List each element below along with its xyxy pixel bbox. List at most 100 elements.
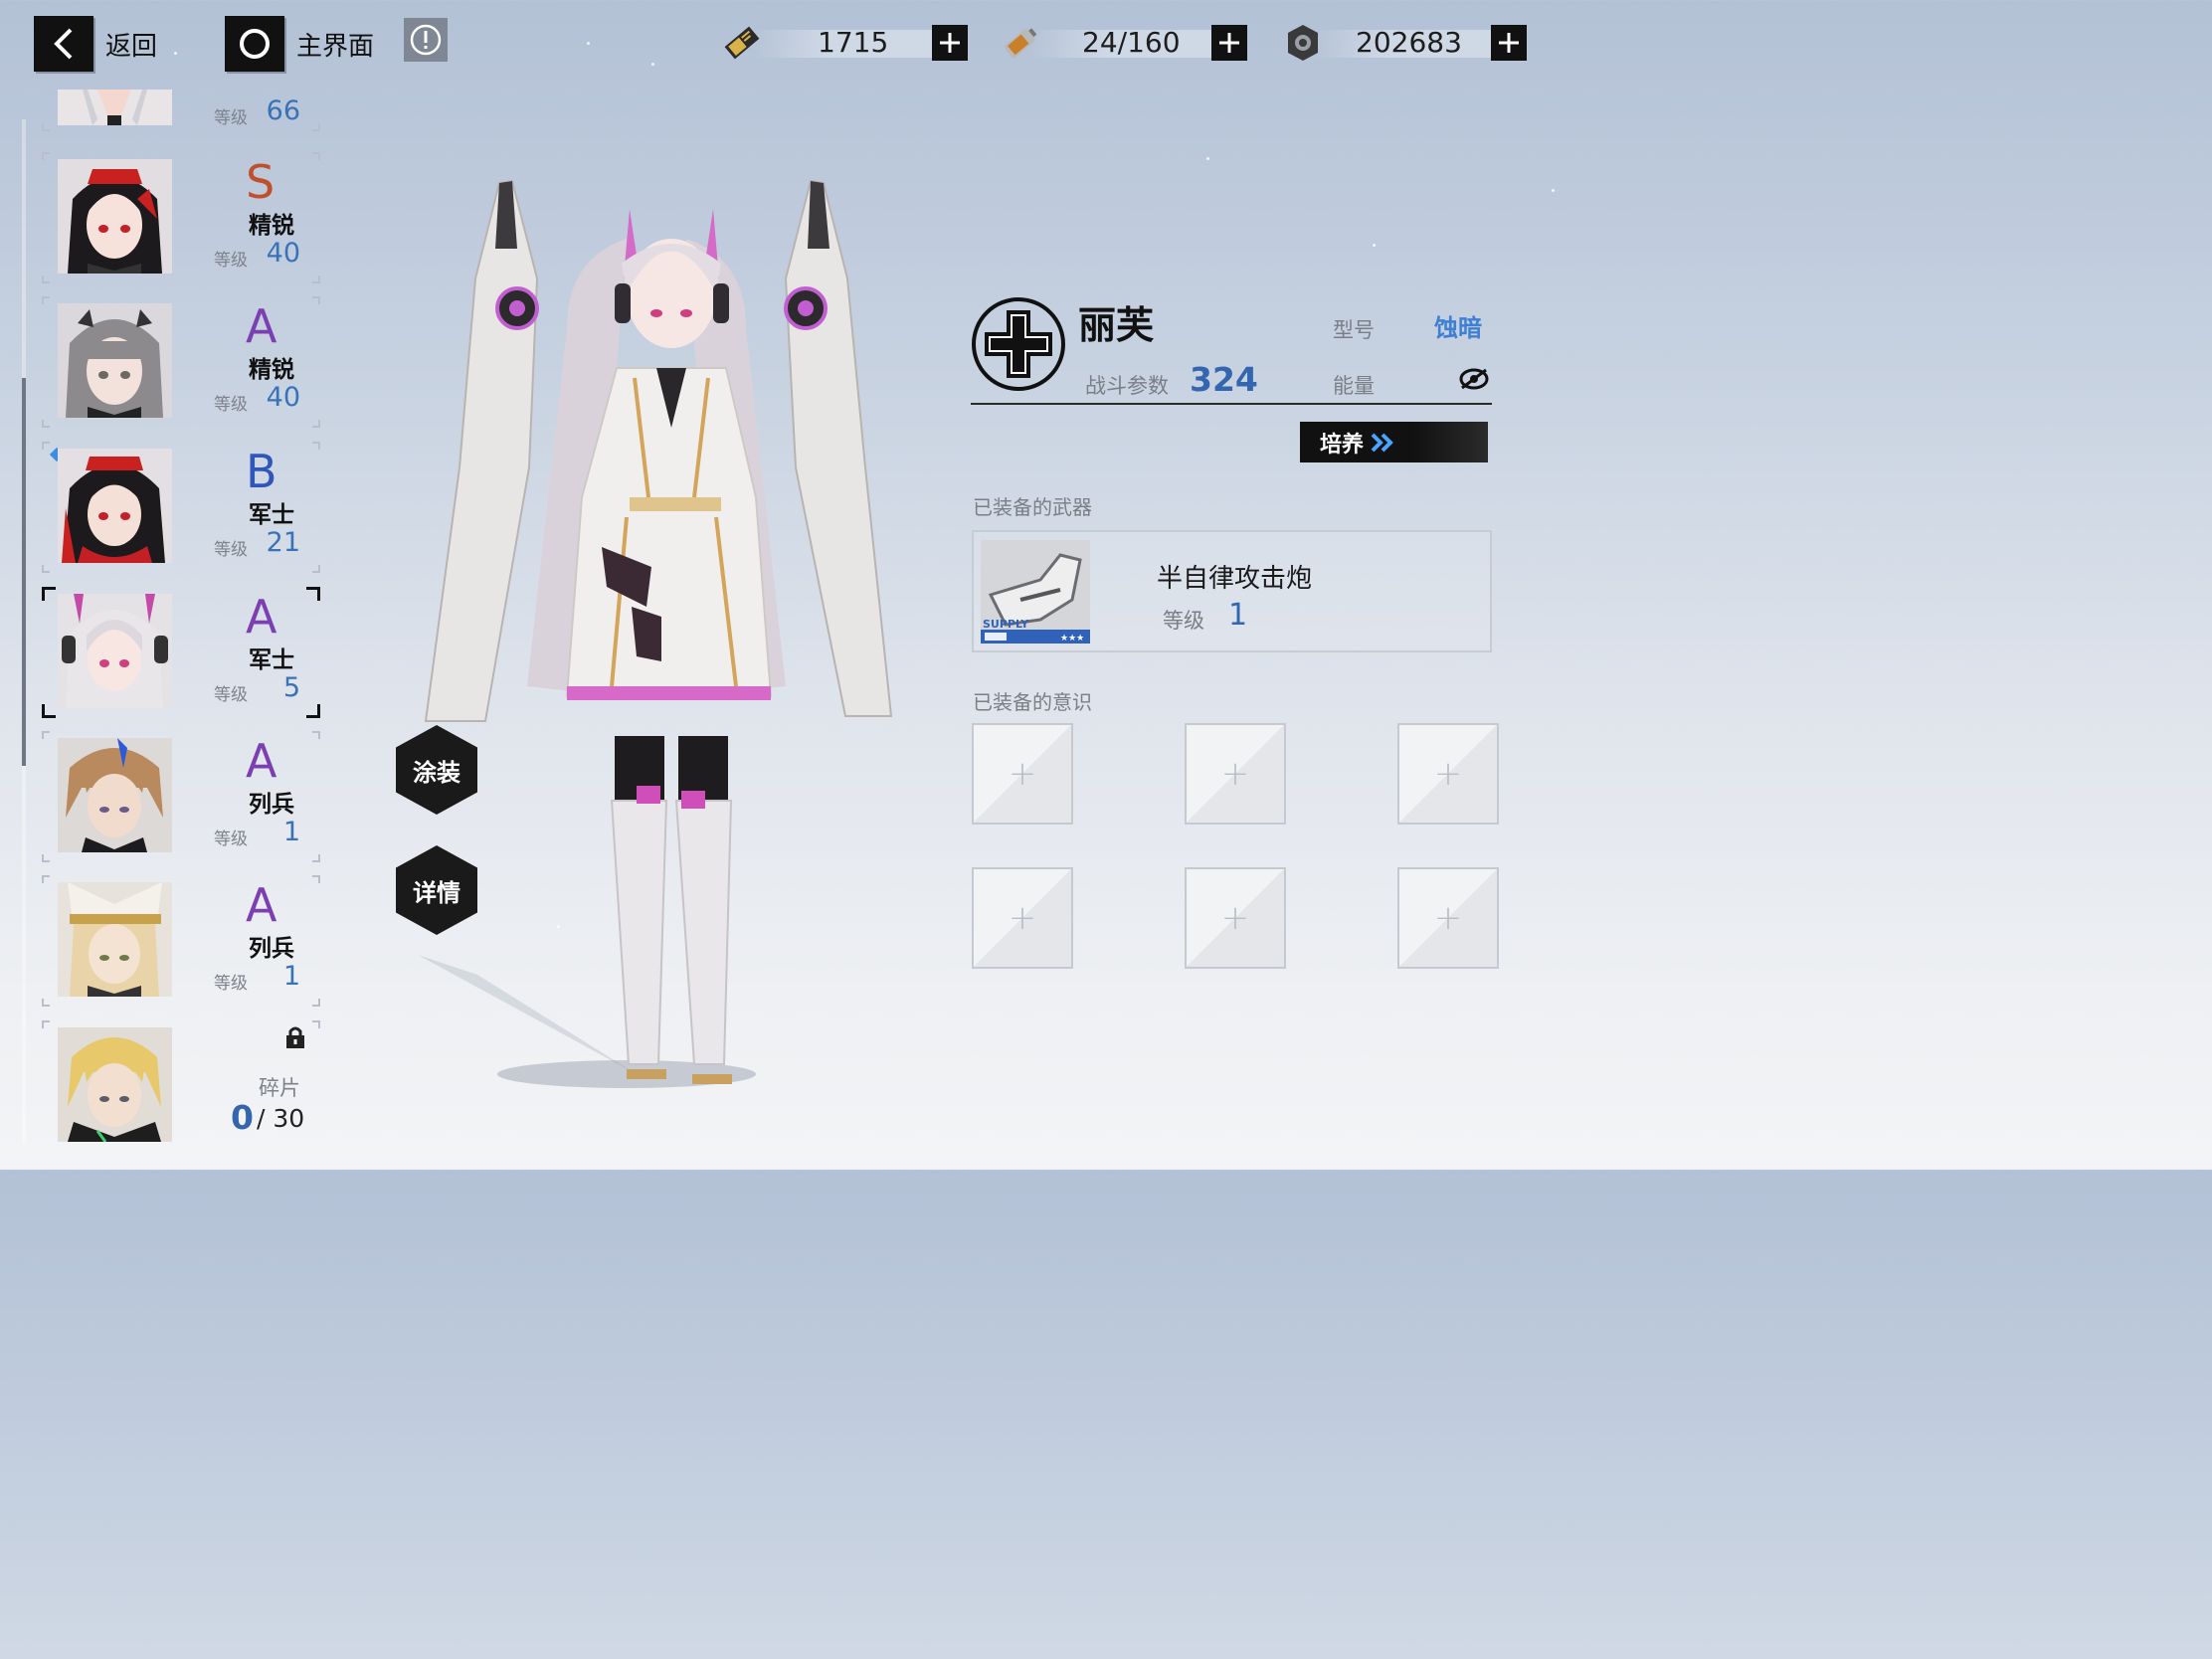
plus-icon bbox=[940, 33, 960, 53]
character-title: 列兵 bbox=[249, 792, 294, 818]
weapon-level-value: 1 bbox=[1228, 598, 1248, 633]
snow-particle bbox=[1373, 244, 1376, 247]
memory-section-title: 已装备的意识 bbox=[973, 690, 1092, 714]
plus-icon: + bbox=[1220, 754, 1250, 794]
weapon-section-title: 已装备的武器 bbox=[973, 495, 1092, 519]
character-model[interactable] bbox=[418, 169, 905, 1104]
card-corner bbox=[312, 420, 320, 428]
add-coin-button[interactable] bbox=[1491, 25, 1527, 61]
card-corner bbox=[42, 854, 50, 862]
card-corner bbox=[42, 731, 50, 739]
character-portrait bbox=[58, 882, 172, 997]
card-corner bbox=[42, 875, 50, 883]
energy-value: 24/160 bbox=[1082, 26, 1181, 59]
train-button-label: 培养 bbox=[1320, 432, 1365, 458]
character-title: 精锐 bbox=[249, 357, 294, 383]
card-corner bbox=[312, 152, 320, 160]
card-corner bbox=[312, 276, 320, 283]
roster-card[interactable]: 等级 66 bbox=[42, 0, 320, 131]
card-corner bbox=[42, 442, 50, 450]
add-energy-button[interactable] bbox=[1211, 25, 1247, 61]
character-portrait bbox=[58, 594, 172, 708]
memory-slot-2[interactable]: + bbox=[1185, 723, 1286, 825]
level-label: 等级 bbox=[214, 685, 248, 705]
rank-letter: S bbox=[246, 155, 276, 209]
double-chevron-right-icon bbox=[1371, 433, 1393, 452]
dark-energy-icon bbox=[1459, 368, 1489, 390]
rank-letter: A bbox=[246, 299, 277, 353]
snow-particle bbox=[1206, 157, 1209, 160]
plus-icon bbox=[1499, 33, 1519, 53]
character-name: 丽芙 bbox=[1078, 303, 1155, 347]
card-corner bbox=[42, 1020, 50, 1028]
rank-letter: A bbox=[246, 878, 277, 932]
roster-card-selected[interactable]: A 军士 等级 5 bbox=[42, 587, 320, 718]
train-button[interactable]: 培养 bbox=[1300, 422, 1488, 462]
plus-icon: + bbox=[1008, 898, 1037, 938]
roster-scrollbar-thumb[interactable] bbox=[22, 378, 26, 766]
character-portrait bbox=[58, 738, 172, 852]
detail-button-label: 详情 bbox=[413, 878, 461, 907]
resource-energy: 24/160 bbox=[999, 20, 1247, 66]
plus-icon: + bbox=[1433, 754, 1463, 794]
memory-slot-1[interactable]: + bbox=[972, 723, 1073, 825]
roster-card[interactable]: S 精锐 等级 40 bbox=[42, 152, 320, 283]
plus-icon bbox=[1219, 33, 1239, 53]
plus-icon: + bbox=[1433, 898, 1463, 938]
memory-slot-3[interactable]: + bbox=[1397, 723, 1499, 825]
lock-icon bbox=[286, 1026, 304, 1048]
roster-card-locked[interactable]: 碎片 0 / 30 bbox=[42, 1020, 320, 1152]
shard-current: 0 bbox=[231, 1098, 254, 1137]
memory-slot-5[interactable]: + bbox=[1185, 867, 1286, 969]
character-title: 精锐 bbox=[249, 213, 294, 239]
skin-button[interactable]: 涂装 bbox=[396, 725, 477, 815]
character-roster[interactable]: 等级 66 S 精锐 等级 40 A 精锐 等级 40 B 军士 等级 21 A… bbox=[0, 90, 328, 1144]
level-label: 等级 bbox=[214, 251, 248, 271]
card-corner bbox=[312, 1020, 320, 1028]
card-corner bbox=[312, 565, 320, 573]
resource-coin: 202683 bbox=[1281, 20, 1530, 66]
skin-button-label: 涂装 bbox=[413, 758, 461, 787]
info-button[interactable] bbox=[404, 18, 448, 62]
roster-card[interactable]: A 列兵 等级 1 bbox=[42, 731, 320, 862]
level-value: 40 bbox=[266, 382, 300, 413]
level-label: 等级 bbox=[214, 540, 248, 560]
character-portrait bbox=[58, 1027, 172, 1142]
shard-total: / 30 bbox=[257, 1104, 305, 1133]
rank-letter: A bbox=[246, 590, 277, 644]
roster-card[interactable]: A 精锐 等级 40 bbox=[42, 296, 320, 428]
add-gold-button[interactable] bbox=[932, 25, 968, 61]
card-corner bbox=[312, 999, 320, 1007]
memory-slot-6[interactable]: + bbox=[1397, 867, 1499, 969]
detail-button[interactable]: 详情 bbox=[396, 845, 477, 935]
snow-particle bbox=[1552, 189, 1555, 192]
roster-card[interactable]: B 军士 等级 21 bbox=[42, 442, 320, 573]
level-value: 1 bbox=[282, 961, 300, 992]
level-label: 等级 bbox=[214, 830, 248, 849]
card-corner bbox=[42, 565, 50, 573]
card-corner bbox=[312, 731, 320, 739]
character-portrait bbox=[58, 90, 172, 125]
character-title: 列兵 bbox=[249, 936, 294, 962]
card-corner bbox=[42, 296, 50, 304]
support-class-icon bbox=[972, 297, 1065, 391]
weapon-tag: SUPPLY bbox=[983, 618, 1029, 631]
resource-gold: 1715 bbox=[720, 20, 969, 66]
equipped-weapon-slot[interactable]: ★★★ SUPPLY 半自律攻击炮 等级 1 bbox=[972, 530, 1492, 652]
character-portrait bbox=[58, 159, 172, 274]
level-value: 40 bbox=[266, 238, 300, 269]
level-label: 等级 bbox=[214, 108, 248, 128]
level-value: 21 bbox=[266, 527, 300, 558]
character-title: 军士 bbox=[249, 647, 294, 673]
card-corner bbox=[312, 123, 320, 131]
card-corner bbox=[312, 875, 320, 883]
model-value: 蚀暗 bbox=[1434, 314, 1482, 342]
weapon-name: 半自律攻击炮 bbox=[1157, 564, 1313, 594]
rank-letter: A bbox=[246, 734, 277, 788]
memory-slot-4[interactable]: + bbox=[972, 867, 1073, 969]
card-corner bbox=[42, 123, 50, 131]
plus-icon: + bbox=[1008, 754, 1037, 794]
energy-label: 能量 bbox=[1333, 374, 1375, 398]
card-corner bbox=[42, 152, 50, 160]
roster-card[interactable]: A 列兵 等级 1 bbox=[42, 875, 320, 1007]
